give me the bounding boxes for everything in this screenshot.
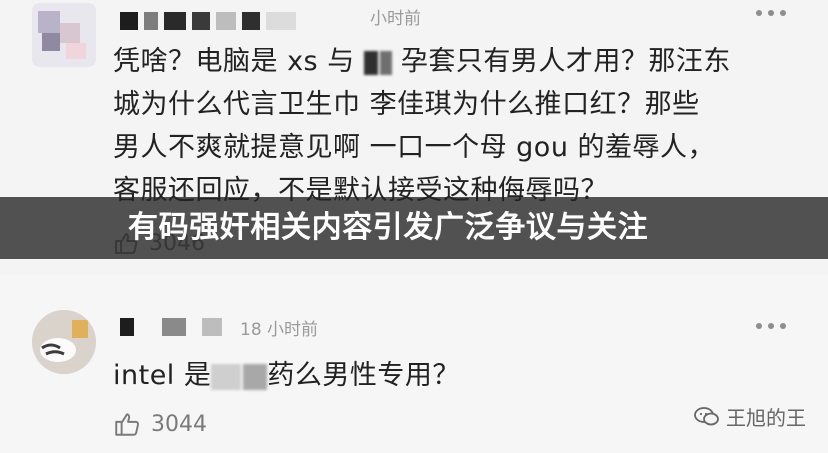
redacted-word <box>211 354 268 397</box>
comment-time: 小时前 <box>370 9 421 29</box>
avatar[interactable] <box>32 3 96 67</box>
banner-title: 有码强奸相关内容引发广泛争议与关注 <box>128 210 649 245</box>
avatar[interactable] <box>32 310 96 374</box>
watermark: 王旭的王 <box>694 402 806 431</box>
redacted-word <box>363 40 392 83</box>
more-options-icon[interactable] <box>756 323 786 331</box>
wechat-icon <box>694 406 720 428</box>
screenshot-canvas: 小时前 凭啥？电脑是 xs 与 孕套只有男人才用？那汪东 城为什么代言卫生巾 李… <box>0 0 828 453</box>
more-options-icon[interactable] <box>756 10 786 18</box>
watermark-label: 王旭的王 <box>726 406 806 430</box>
username-redacted[interactable] <box>120 10 360 32</box>
comment-text: intel 是药么男性专用？ <box>113 354 793 397</box>
thumbs-up-icon <box>113 410 141 438</box>
like-count: 3044 <box>151 411 207 437</box>
comment-text: 凭啥？电脑是 xs 与 孕套只有男人才用？那汪东 城为什么代言卫生巾 李佳琪为什… <box>113 40 793 212</box>
comment-time: 18 小时前 <box>240 320 319 340</box>
like-button[interactable]: 3044 <box>113 410 207 438</box>
title-banner: 有码强奸相关内容引发广泛争议与关注 <box>0 197 828 259</box>
